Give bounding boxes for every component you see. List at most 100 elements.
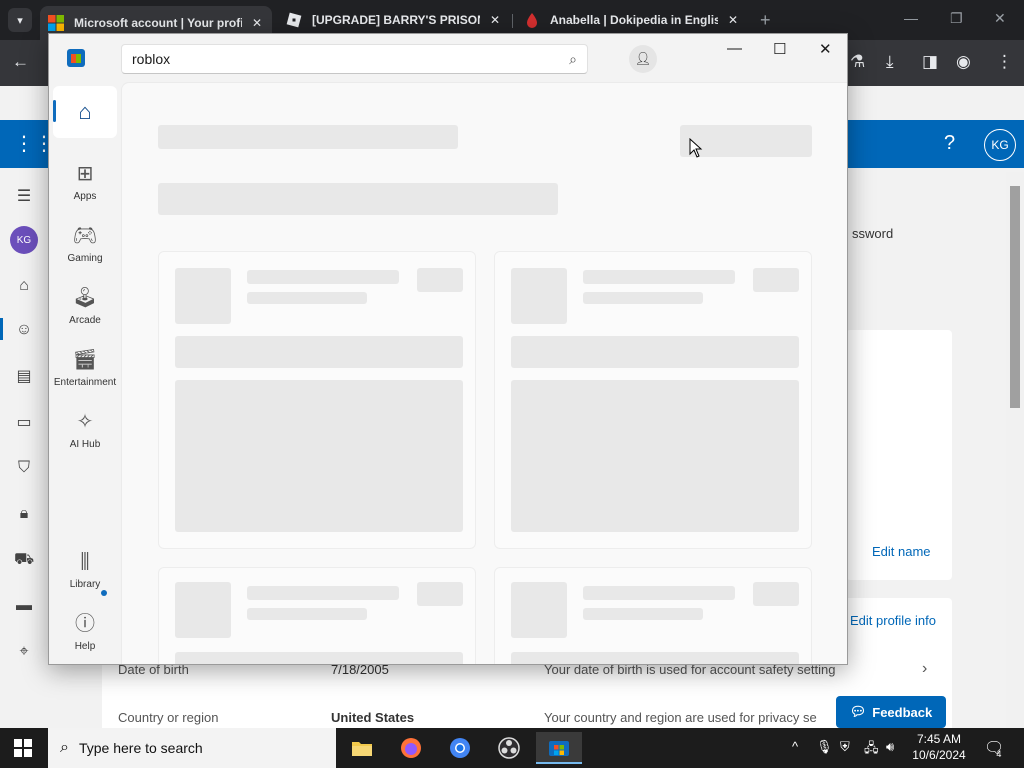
network-icon[interactable]: 🖧︎ bbox=[864, 739, 879, 761]
microphone-icon[interactable]: 🎙︎ bbox=[816, 739, 833, 755]
windows-taskbar: ⌕ Type here to search ^ 🎙︎ ⛨ 🖧︎ 🔊︎ 7:45 … bbox=[0, 728, 1024, 768]
payment-card-icon[interactable]: ▬ bbox=[14, 596, 34, 616]
mouse-cursor-icon bbox=[689, 138, 703, 158]
taskbar-clock[interactable]: 7:45 AM 10/6/2024 bbox=[906, 731, 972, 763]
home-icon[interactable]: ⌂ bbox=[14, 276, 34, 296]
firefox-icon[interactable] bbox=[391, 732, 431, 764]
nav-home[interactable]: ⌂ bbox=[53, 86, 117, 138]
skeleton-card bbox=[158, 567, 476, 664]
skeleton-card bbox=[494, 251, 812, 549]
skeleton-bar bbox=[175, 336, 463, 368]
lock-icon[interactable]: 🔒︎ bbox=[14, 504, 34, 524]
store-search-value: roblox bbox=[132, 51, 171, 67]
nav-library[interactable]: ⫼ Library bbox=[51, 542, 119, 598]
nav-entertainment[interactable]: 🎬︎ Entertainment bbox=[51, 340, 119, 396]
nav-help[interactable]: ⓘ Help bbox=[51, 604, 119, 660]
nav-label: Help bbox=[74, 640, 96, 652]
store-user-icon[interactable]: 👤︎ bbox=[629, 45, 657, 73]
skeleton-thumb bbox=[175, 582, 231, 638]
tab-close-icon[interactable]: ✕ bbox=[728, 13, 738, 27]
security-alert-icon[interactable]: ⛨ bbox=[840, 739, 850, 755]
search-icon: ⌕ bbox=[60, 739, 69, 756]
kebab-menu-icon[interactable]: ⋮ bbox=[996, 52, 1013, 72]
page-scrollbar[interactable] bbox=[1006, 172, 1024, 728]
nav-label: Gaming bbox=[67, 252, 103, 264]
nav-label: Arcade bbox=[69, 314, 101, 326]
edit-profile-info-link[interactable]: Edit profile info bbox=[850, 613, 936, 628]
nav-arcade[interactable]: 🕹︎ Arcade bbox=[51, 278, 119, 334]
store-maximize-icon[interactable]: ☐ bbox=[773, 40, 786, 58]
scrollbar-thumb[interactable] bbox=[1010, 186, 1020, 408]
country-value: United States bbox=[331, 710, 415, 725]
microsoft-store-taskbar-icon[interactable] bbox=[536, 732, 582, 764]
skeleton-subtitle bbox=[158, 183, 558, 215]
chevron-right-icon[interactable]: › bbox=[922, 660, 927, 678]
help-icon[interactable]: ? bbox=[944, 132, 955, 155]
minimize-icon[interactable]: — bbox=[904, 10, 918, 26]
cart-icon[interactable]: ⛟ bbox=[14, 550, 34, 570]
store-minimize-icon[interactable]: — bbox=[727, 40, 742, 57]
restore-icon[interactable]: ❐ bbox=[950, 10, 963, 27]
skeleton-title bbox=[158, 125, 458, 149]
file-explorer-icon[interactable] bbox=[342, 732, 382, 764]
skeleton-bar bbox=[511, 652, 799, 664]
microsoft-store-window: roblox ⌕ 👤︎ — ☐ ✕ ⌂ ⊞ Apps 🎮︎ Gaming 🕹︎ … bbox=[48, 33, 848, 665]
library-icon: ⫼ bbox=[80, 550, 90, 573]
dokipedia-icon bbox=[527, 13, 537, 28]
store-title-bar: roblox ⌕ 👤︎ — ☐ ✕ bbox=[49, 34, 847, 82]
person-icon[interactable]: ☺ bbox=[14, 320, 34, 340]
windows-start-icon[interactable] bbox=[14, 739, 32, 757]
search-icon[interactable]: ⌕ bbox=[569, 51, 577, 68]
tab-search-button[interactable]: ▾ bbox=[8, 8, 32, 32]
shield-icon[interactable]: ⛉ bbox=[14, 458, 34, 478]
skeleton-line bbox=[247, 586, 399, 600]
new-tab-button[interactable]: + bbox=[760, 10, 771, 31]
roblox-icon bbox=[286, 12, 302, 28]
download-icon[interactable]: ⤓ bbox=[886, 52, 894, 72]
tab-close-icon[interactable]: ✕ bbox=[490, 13, 500, 27]
skeleton-line bbox=[247, 270, 399, 284]
skeleton-line bbox=[583, 270, 735, 284]
hamburger-menu-icon[interactable]: ☰ bbox=[14, 186, 34, 206]
profile-icon[interactable]: ◉ bbox=[956, 52, 971, 72]
back-arrow-icon[interactable]: ← bbox=[12, 52, 29, 72]
chrome-icon[interactable] bbox=[440, 732, 480, 764]
nav-apps[interactable]: ⊞ Apps bbox=[51, 154, 119, 210]
subscriptions-icon[interactable]: ▤ bbox=[14, 366, 34, 386]
tab-title: Anabella | Dokipedia in English bbox=[550, 13, 718, 27]
location-pin-icon[interactable]: ⌖ bbox=[14, 642, 34, 662]
tab-barrys-prison-run[interactable]: [UPGRADE] BARRY'S PRISON RUN ✕ bbox=[278, 6, 510, 34]
ms-left-nav: ☰ KG ⌂ ☺ ▤ ▭ ⛉ 🔒︎ ⛟ ▬ ⌖ bbox=[0, 168, 48, 728]
store-loading-content bbox=[121, 82, 847, 664]
tab-close-icon[interactable]: ✕ bbox=[252, 16, 262, 30]
clock-time: 7:45 AM bbox=[916, 732, 962, 746]
notifications-icon[interactable]: 🗨︎4 bbox=[984, 738, 1009, 759]
account-avatar[interactable]: KG bbox=[984, 129, 1016, 161]
app-launcher-icon[interactable]: ⋮⋮⋮ bbox=[14, 134, 74, 154]
close-window-icon[interactable]: ✕ bbox=[994, 10, 1006, 27]
volume-icon[interactable]: 🔊︎ bbox=[886, 739, 894, 755]
help-icon: ⓘ bbox=[75, 612, 95, 635]
feedback-button[interactable]: 💬︎ Feedback bbox=[836, 696, 946, 728]
library-update-badge bbox=[101, 590, 107, 596]
taskbar-search-placeholder: Type here to search bbox=[78, 740, 203, 756]
devices-icon[interactable]: ▭ bbox=[14, 412, 34, 432]
store-close-icon[interactable]: ✕ bbox=[819, 40, 832, 58]
edit-name-link[interactable]: Edit name bbox=[872, 544, 931, 559]
nav-gaming[interactable]: 🎮︎ Gaming bbox=[51, 216, 119, 272]
skeleton-thumb bbox=[511, 268, 567, 324]
obs-icon[interactable] bbox=[489, 732, 529, 764]
store-search-input[interactable]: roblox ⌕ bbox=[121, 44, 588, 74]
left-nav-avatar[interactable]: KG bbox=[10, 226, 38, 254]
tray-overflow-chevron-icon[interactable]: ^ bbox=[792, 739, 798, 754]
skeleton-card bbox=[158, 251, 476, 549]
gamepad-icon: 🎮︎ bbox=[72, 224, 98, 247]
labs-flask-icon[interactable]: ⚗ bbox=[850, 52, 865, 72]
skeleton-block bbox=[511, 380, 799, 532]
skeleton-chip bbox=[417, 268, 463, 292]
nav-ai-hub[interactable]: ✧ AI Hub bbox=[51, 402, 119, 458]
tab-anabella-dokipedia[interactable]: Anabella | Dokipedia in English ✕ bbox=[516, 6, 748, 34]
clock-date: 10/6/2024 bbox=[912, 748, 966, 762]
taskbar-search-box[interactable]: ⌕ Type here to search bbox=[48, 728, 336, 768]
side-panel-icon[interactable]: ◨ bbox=[922, 52, 938, 72]
